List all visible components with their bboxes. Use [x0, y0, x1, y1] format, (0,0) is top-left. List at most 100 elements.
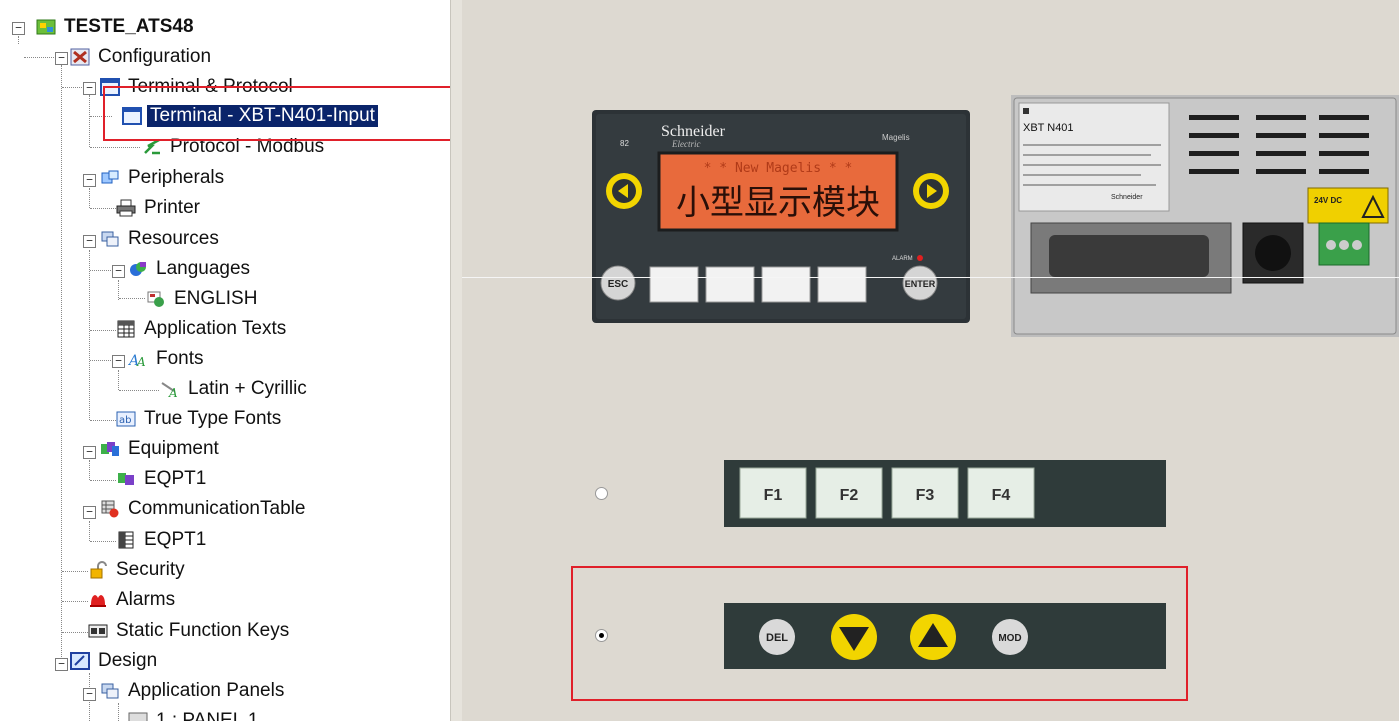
tree-node-configuration[interactable]: Configuration — [70, 44, 214, 70]
soft-key[interactable] — [761, 266, 811, 303]
panels-icon — [100, 682, 120, 700]
tree-node-application-panels[interactable]: Application Panels — [100, 678, 287, 704]
function-key-label: F2 — [840, 487, 859, 504]
collapse-toggle[interactable]: − — [83, 688, 96, 701]
tree-label: Design — [98, 650, 158, 671]
project-icon — [36, 18, 56, 36]
tree-node-eqpt1[interactable]: EQPT1 — [116, 466, 209, 492]
esc-button[interactable]: ESC — [600, 265, 636, 301]
right-arrow-button[interactable] — [913, 173, 949, 209]
model-tag: 82 — [620, 139, 629, 148]
panel-icon — [128, 712, 148, 721]
tree-node-latin-cyrillic[interactable]: A Latin + Cyrillic — [160, 376, 310, 402]
brand-sub-text: Electric — [671, 139, 701, 149]
tree-node-english[interactable]: ENGLISH — [146, 286, 260, 312]
left-arrow-button[interactable] — [606, 173, 642, 209]
tree-label: Alarms — [116, 589, 176, 610]
collapse-toggle[interactable]: − — [55, 52, 68, 65]
fonts-icon: AA — [127, 350, 148, 369]
collapse-toggle[interactable]: − — [83, 82, 96, 95]
function-key-f4[interactable]: F4 — [967, 467, 1035, 519]
tree-node-printer[interactable]: Printer — [116, 195, 203, 221]
tree-label: Application Texts — [144, 318, 287, 339]
tree-node-security[interactable]: Security — [88, 557, 188, 583]
tree-node-languages[interactable]: Languages — [128, 256, 253, 282]
tree-label: TESTE_ATS48 — [64, 16, 194, 37]
tree-node-application-texts[interactable]: Application Texts — [116, 316, 289, 342]
function-key-f3[interactable]: F3 — [891, 467, 959, 519]
tree-node-peripherals[interactable]: Peripherals — [100, 165, 227, 191]
tree-node-equipment[interactable]: Equipment — [100, 436, 222, 462]
tree-label: ENGLISH — [174, 288, 258, 309]
tree-label: EQPT1 — [144, 468, 207, 489]
communication-table-icon — [100, 500, 120, 518]
tree-label: EQPT1 — [144, 529, 207, 550]
enter-button[interactable]: ENTER — [902, 265, 938, 301]
function-key-label: F4 — [992, 487, 1011, 504]
function-key-f2[interactable]: F2 — [815, 467, 883, 519]
svg-text:ab: ab — [119, 415, 131, 426]
collapse-toggle[interactable]: − — [83, 506, 96, 519]
tree-node-fonts[interactable]: AA Fonts — [127, 346, 207, 372]
collapse-toggle[interactable]: − — [83, 174, 96, 187]
tree-label: Resources — [128, 228, 219, 249]
tree-label: 1 : PANEL 1 — [156, 710, 259, 721]
terminal-front-image: 82 Schneider Electric Magelis * * New Ma… — [592, 110, 970, 323]
keypad-option-1-image[interactable]: F1 F2 F3 F4 — [724, 460, 1166, 527]
tree-label: Security — [116, 559, 185, 580]
highlight-line — [462, 277, 1399, 278]
peripherals-icon — [100, 169, 120, 187]
alarm-label: ALARM — [892, 256, 913, 262]
lcd-line1: * * New Magelis * * — [704, 161, 853, 176]
soft-key[interactable] — [817, 266, 867, 303]
tree-node-root[interactable]: TESTE_ATS48 — [36, 14, 197, 40]
tree-label: Application Panels — [128, 680, 285, 701]
voltage-text: 24V DC — [1314, 196, 1342, 205]
function-key-f1[interactable]: F1 — [739, 467, 807, 519]
tree-node-static-function-keys[interactable]: Static Function Keys — [88, 618, 292, 644]
function-key-label: F1 — [764, 487, 783, 504]
function-keys-icon — [88, 622, 108, 640]
tree-node-resources[interactable]: Resources — [100, 226, 222, 252]
tree-node-design[interactable]: Design — [70, 648, 160, 674]
collapse-toggle[interactable]: − — [55, 658, 68, 671]
soft-key[interactable] — [649, 266, 699, 303]
soft-key[interactable] — [705, 266, 755, 303]
tree-node-true-type-fonts[interactable]: ab True Type Fonts — [116, 406, 284, 432]
tree-label: Languages — [156, 258, 251, 279]
brand-text: Schneider — [661, 123, 726, 140]
project-tree: − TESTE_ATS48 − Configuration − Terminal… — [0, 0, 450, 721]
esc-label: ESC — [608, 279, 629, 290]
tree-node-comm-eqpt1[interactable]: EQPT1 — [116, 527, 209, 553]
lock-icon — [88, 561, 108, 579]
design-icon — [70, 652, 90, 670]
tree-label: Equipment — [128, 438, 219, 459]
alarm-led — [917, 255, 923, 261]
language-flag-icon — [146, 290, 166, 308]
tree-node-panel1[interactable]: 1 : PANEL 1 — [128, 708, 261, 721]
keypad-option-1-radio[interactable] — [595, 487, 608, 500]
tree-node-communication-table[interactable]: CommunicationTable — [100, 496, 308, 522]
terminal-back-image: XBT N401 Schneider 24V DC — [1011, 95, 1399, 337]
highlight-box — [571, 566, 1188, 701]
collapse-toggle[interactable]: − — [112, 355, 125, 368]
collapse-toggle[interactable]: − — [12, 22, 25, 35]
truetype-icon: ab — [116, 410, 136, 428]
back-model-text: XBT N401 — [1023, 122, 1074, 134]
collapse-toggle[interactable]: − — [83, 446, 96, 459]
function-key-label: F3 — [916, 487, 935, 504]
font-file-icon: A — [160, 380, 180, 400]
collapse-toggle[interactable]: − — [112, 265, 125, 278]
tree-label: Peripherals — [128, 167, 225, 188]
tree-label: True Type Fonts — [144, 408, 282, 429]
table-icon — [116, 531, 136, 549]
collapse-toggle[interactable]: − — [83, 235, 96, 248]
tools-icon — [70, 48, 90, 66]
highlight-box — [103, 86, 450, 141]
product-text: Magelis — [882, 133, 910, 142]
alarm-bell-icon — [88, 591, 108, 609]
tree-node-alarms[interactable]: Alarms — [88, 587, 178, 613]
tree-label: Printer — [144, 197, 200, 218]
terminal-config-panel: 82 Schneider Electric Magelis * * New Ma… — [462, 0, 1399, 721]
tree-label: Latin + Cyrillic — [188, 378, 307, 399]
